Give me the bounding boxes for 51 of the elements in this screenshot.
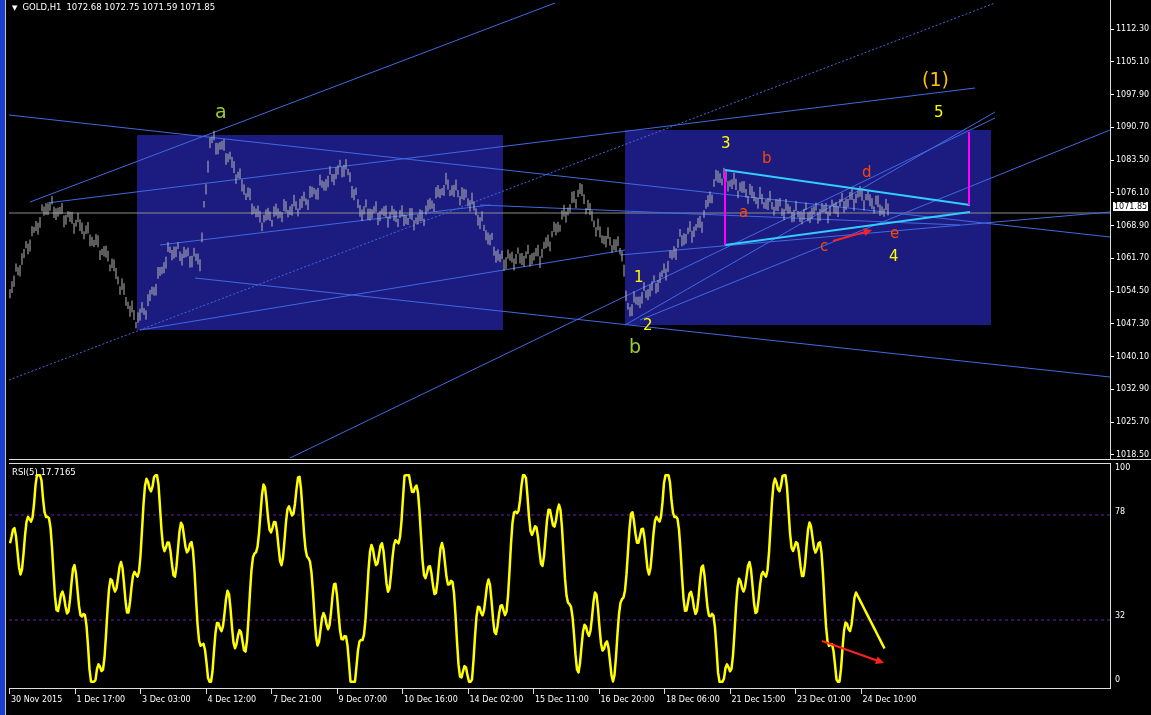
current-price-label: 1071.85 [1113,202,1149,211]
rsi-level-label: 78 [1115,507,1126,516]
wave-label: c [820,239,829,254]
time-label: 9 Dec 07:00 [338,695,388,704]
arrow-drawing [832,228,872,242]
price-label: 1025.70 [1116,417,1150,428]
time-label: 23 Dec 01:00 [797,695,851,704]
wave-label: b [762,151,772,166]
wave-label: e [890,226,900,241]
wave-label: b [629,337,642,356]
price-label: 1112.30 [1116,24,1150,34]
price-label: 1105.10 [1116,56,1150,67]
time-label: 14 Dec 02:00 [469,695,524,704]
time-label: 21 Dec 15:00 [731,695,786,704]
time-label: 4 Dec 12:00 [207,695,257,704]
symbol-label: GOLD,H1 [22,2,62,14]
price-label: 1032.90 [1116,384,1150,395]
wave-label: 3 [721,136,731,151]
wave-label: 4 [889,249,899,264]
time-label: 3 Dec 03:00 [142,695,191,704]
time-label: 7 Dec 21:00 [273,695,322,704]
time-label: 24 Dec 10:00 [862,695,917,704]
wave-label: a [215,102,227,121]
rsi-level-label: 100 [1115,463,1131,472]
price-label: 1090.70 [1116,122,1150,133]
rsi-title: RSI(5) 17.7165 [12,467,76,477]
wave-label: (1) [922,70,949,89]
wave-label: 2 [643,318,653,333]
price-label: 1047.30 [1116,318,1150,329]
time-label: 30 Nov 2015 [11,695,63,704]
price-label: 1097.90 [1116,89,1150,100]
wave-label: 1 [634,270,644,285]
time-label: 1 Dec 17:00 [76,695,126,704]
price-label: 1054.50 [1116,286,1150,297]
price-label: 1040.10 [1116,351,1150,362]
wave-label: a [739,205,749,220]
price-label: 1018.50 [1116,449,1150,460]
wave-label: d [862,165,872,180]
price-label: 1068.90 [1116,220,1150,231]
time-label: 15 Dec 11:00 [535,695,589,704]
time-label: 16 Dec 20:00 [600,695,655,704]
rsi-level-label: 0 [1115,675,1121,684]
rsi-level-label: 32 [1115,611,1126,620]
price-label: 1061.70 [1116,253,1150,264]
ohlc-values: 1072.68 1072.75 1071.59 1071.85 [66,2,216,14]
time-label: 10 Dec 16:00 [404,695,458,704]
price-label: 1083.50 [1116,155,1150,166]
arrow-drawing [821,640,884,664]
price-label: 1076.10 [1116,187,1150,198]
wave-label: 5 [934,105,944,120]
time-label: 18 Dec 06:00 [666,695,720,704]
